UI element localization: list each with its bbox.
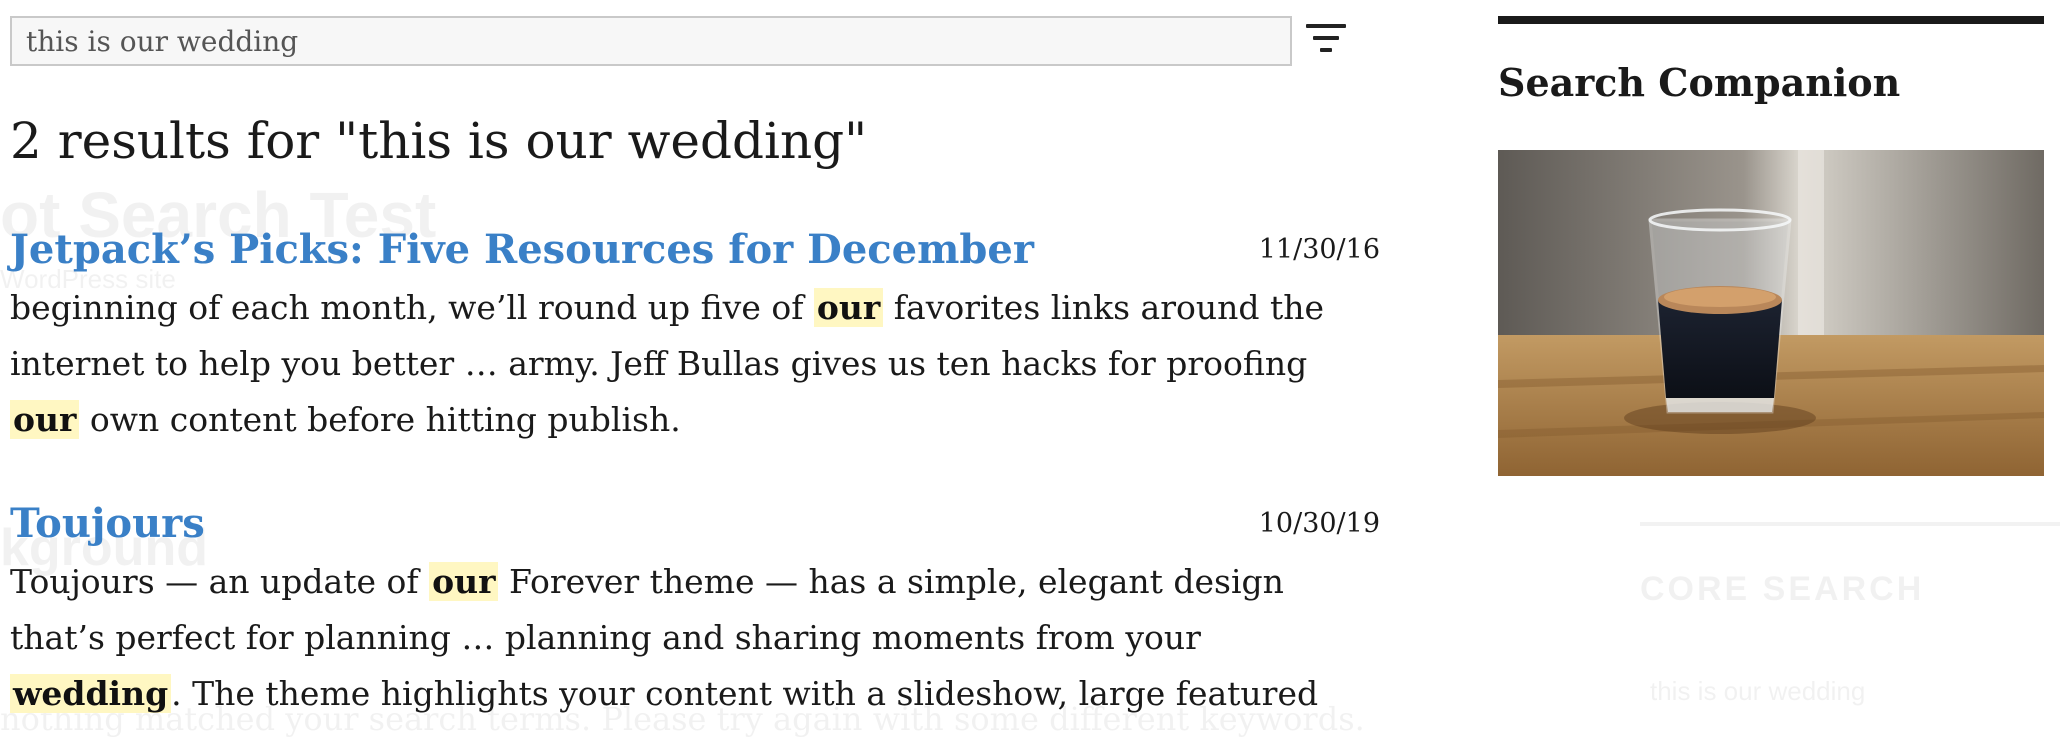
result-excerpt: Toujours — an update of our Forever them…: [10, 562, 1319, 713]
result-excerpt: beginning of each month, we’ll round up …: [10, 288, 1325, 439]
highlighted-term: our: [10, 400, 80, 439]
search-input[interactable]: [10, 16, 1292, 66]
espresso-glass-illustration: [1498, 150, 2044, 476]
result-title-link[interactable]: Jetpack’s Picks: Five Resources for Dece…: [10, 226, 1380, 274]
highlighted-term: our: [813, 288, 884, 327]
background-divider: [1640, 522, 2060, 526]
background-core-search-input: this is our wedding: [1650, 676, 1866, 706]
results-count-heading: 2 results for "this is our wedding": [10, 112, 868, 170]
highlighted-term: our: [429, 562, 499, 601]
sidebar-title: Search Companion: [1498, 60, 1901, 105]
search-result: Toujours 10/30/19 Toujours — an update o…: [10, 500, 1380, 722]
filter-icon[interactable]: [1306, 22, 1346, 58]
result-title-link[interactable]: Toujours: [10, 500, 1380, 548]
result-date: 11/30/16: [1258, 234, 1380, 265]
background-core-search-heading: CORE SEARCH: [1640, 570, 1925, 608]
result-date: 10/30/19: [1258, 508, 1380, 539]
sidebar-image: [1498, 150, 2044, 476]
sidebar-divider: [1498, 16, 2044, 24]
highlighted-term: wedding: [10, 674, 172, 713]
search-result: Jetpack’s Picks: Five Resources for Dece…: [10, 226, 1380, 448]
